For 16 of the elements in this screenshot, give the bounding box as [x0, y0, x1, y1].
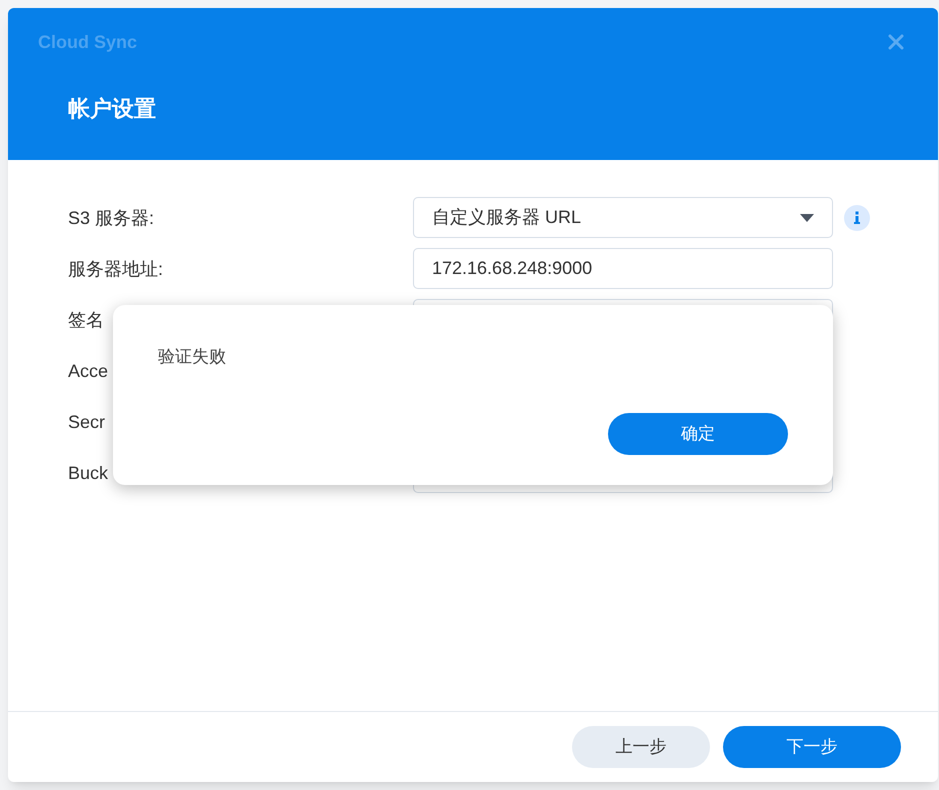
alert-message: 验证失败: [158, 347, 226, 366]
caret-icon: [800, 214, 814, 222]
field-label: Secr: [68, 410, 106, 434]
field-label: Buck: [68, 462, 110, 484]
field-label: S3 服务器:: [68, 206, 156, 230]
input-field[interactable]: 172.16.68.248:9000: [413, 248, 833, 289]
info-icon[interactable]: [844, 204, 870, 230]
field-label: Acce: [68, 360, 110, 382]
field-label: 服务器地址:: [68, 258, 164, 280]
back-button[interactable]: 上一步: [572, 726, 710, 768]
next-button[interactable]: 下一步: [723, 726, 901, 768]
field-label: 签名: [68, 308, 105, 332]
page-title: 帐户设置: [68, 96, 156, 121]
ok-button[interactable]: 确定: [608, 413, 788, 455]
window-title: Cloud Sync: [38, 31, 138, 54]
dropdown-field[interactable]: 自定义服务器 URL: [413, 197, 833, 238]
